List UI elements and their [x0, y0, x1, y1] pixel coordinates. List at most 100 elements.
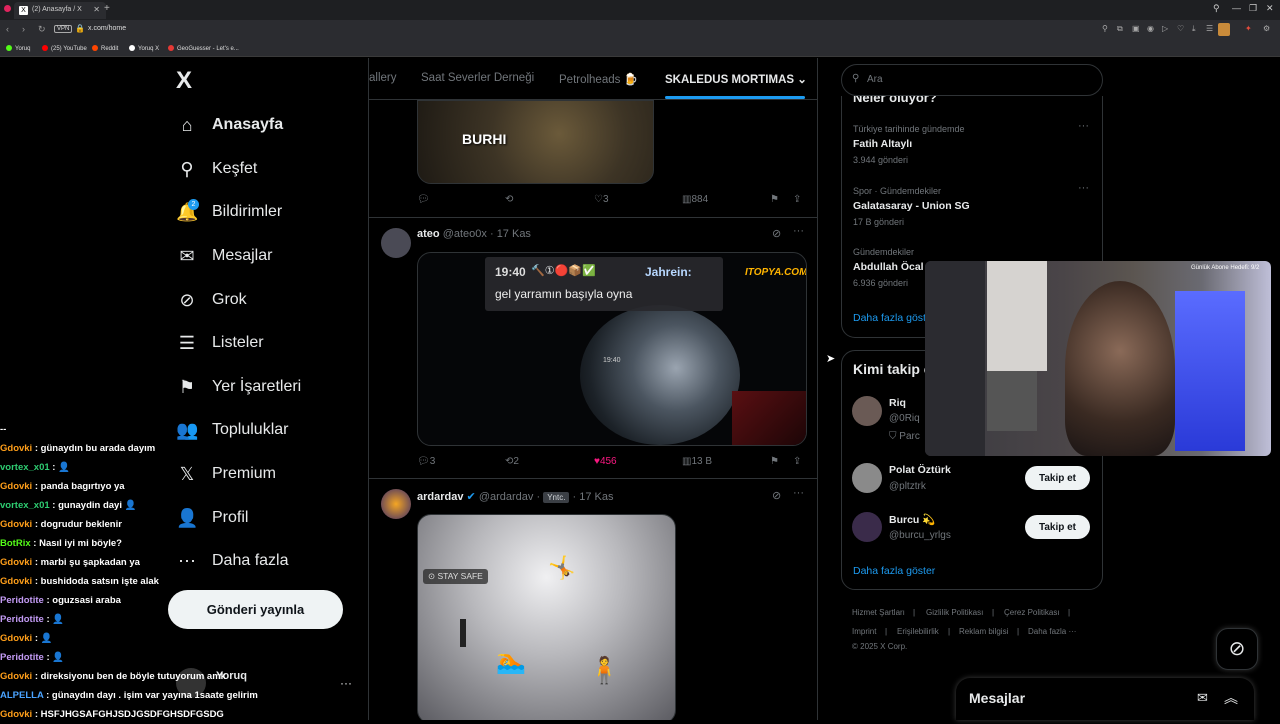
- chat-username[interactable]: --: [0, 424, 6, 435]
- bookmark-yoruq-x[interactable]: Yoruq X: [129, 45, 159, 52]
- grok-explain-icon[interactable]: ⊘: [772, 227, 781, 240]
- close-tab-icon[interactable]: ✕: [93, 5, 100, 14]
- download-icon[interactable]: ⤓: [1192, 24, 1196, 34]
- close-window-icon[interactable]: ✕: [1266, 3, 1274, 14]
- tweet-media-video[interactable]: 19:40 🔨①🔴📦✅ Jahrein: gel yarramın başıyl…: [417, 252, 807, 446]
- list-tab-skaledus[interactable]: SKALEDUS MORTIMAS ⌄: [665, 72, 807, 86]
- player-icon[interactable]: ▷: [1162, 24, 1168, 33]
- messages-drawer[interactable]: Mesajlar ✉ ︽: [956, 678, 1254, 720]
- reload-icon[interactable]: ↻: [38, 24, 46, 35]
- screenshot-icon[interactable]: ⧉: [1117, 24, 1123, 34]
- tweet-time[interactable]: 17 Kas: [579, 491, 613, 503]
- account-menu-icon[interactable]: ···: [340, 676, 352, 690]
- list-tab-petrolheads[interactable]: Petrolheads 🍺: [559, 72, 638, 86]
- nav-lists[interactable]: ☰ Listeler: [176, 328, 264, 358]
- bookmark-geoguesser[interactable]: GeoGuesser - Let's e...: [168, 45, 239, 52]
- footer-link[interactable]: Imprint: [852, 627, 876, 636]
- avatar[interactable]: [852, 396, 882, 426]
- views-button[interactable]: ▥ 884: [682, 194, 708, 205]
- follow-name[interactable]: Riq: [889, 397, 906, 409]
- chat-username[interactable]: BotRix: [0, 538, 31, 549]
- extension-icon[interactable]: ✦: [1245, 24, 1252, 33]
- chat-username[interactable]: vortex_x01: [0, 462, 50, 473]
- reply-button[interactable]: 💬︎ 3: [417, 456, 435, 467]
- record-icon[interactable]: ◉: [1147, 24, 1154, 33]
- nav-home[interactable]: ⌂ Anasayfa: [176, 110, 284, 140]
- settings-icon[interactable]: ⚙: [1263, 24, 1270, 33]
- chat-username[interactable]: Gdovki: [0, 519, 32, 530]
- bookmark-youtube[interactable]: (25) YouTube: [42, 45, 87, 52]
- reply-icon[interactable]: 💬︎: [417, 194, 430, 205]
- grok-explain-icon[interactable]: ⊘: [772, 489, 781, 502]
- follow-name[interactable]: Polat Öztürk: [889, 464, 951, 476]
- search-tabs-icon[interactable]: ⚲: [1213, 3, 1220, 14]
- minimize-icon[interactable]: —: [1232, 3, 1241, 13]
- chat-username[interactable]: Peridotite: [0, 595, 44, 606]
- nav-more[interactable]: ⋯ Daha fazla: [176, 546, 289, 576]
- footer-link[interactable]: Erişilebilirlik: [897, 627, 939, 636]
- nav-profile[interactable]: 👤 Profil: [176, 503, 248, 533]
- author-name[interactable]: ateo: [417, 228, 440, 240]
- sidebar-icon[interactable]: ▣: [1132, 24, 1140, 33]
- avatar[interactable]: [852, 512, 882, 542]
- more-options-icon[interactable]: ···: [1078, 120, 1089, 132]
- url-field[interactable]: x.com/home: [88, 25, 126, 32]
- list-tab-saat[interactable]: Saat Severler Derneği: [421, 72, 534, 84]
- tweet-media-meme[interactable]: BURHI: [417, 100, 654, 184]
- bookmark-yoruq[interactable]: Yoruq: [6, 45, 30, 52]
- x-logo-icon[interactable]: X: [176, 67, 192, 95]
- chat-username[interactable]: Peridotite: [0, 614, 44, 625]
- expand-icon[interactable]: ︽: [1224, 688, 1238, 708]
- share-icon[interactable]: ⇪: [793, 194, 801, 205]
- nav-premium[interactable]: 𝕏 Premium: [176, 459, 276, 489]
- heart-icon[interactable]: ♡: [1177, 24, 1184, 33]
- chat-username[interactable]: ALPELLA: [0, 690, 43, 701]
- back-icon[interactable]: ‹: [6, 24, 9, 34]
- search-input[interactable]: ⚲ Ara: [841, 64, 1103, 96]
- chat-username[interactable]: Gdovki: [0, 576, 32, 587]
- maximize-icon[interactable]: ❐: [1249, 3, 1257, 14]
- more-options-icon[interactable]: ···: [793, 225, 804, 237]
- tweet-time[interactable]: 17 Kas: [497, 228, 531, 240]
- list-tab-gallery[interactable]: allery: [369, 72, 396, 84]
- repost-button[interactable]: ⟲ 2: [505, 456, 519, 467]
- menu-icon[interactable]: ☰: [1206, 24, 1213, 33]
- views-button[interactable]: ▥ 13 B: [682, 456, 712, 467]
- bookmark-reddit[interactable]: Reddit: [92, 45, 118, 52]
- footer-link[interactable]: Çerez Politikası: [1004, 608, 1060, 617]
- repost-icon[interactable]: ⟲: [505, 194, 513, 205]
- follow-button[interactable]: Takip et: [1025, 466, 1090, 490]
- nav-messages[interactable]: ✉ Mesajlar: [176, 241, 272, 271]
- chat-username[interactable]: Gdovki: [0, 557, 32, 568]
- author-handle[interactable]: @ardardav: [479, 491, 534, 503]
- avatar[interactable]: [852, 463, 882, 493]
- footer-link[interactable]: Reklam bilgisi: [959, 627, 1008, 636]
- author-handle[interactable]: @ateo0x: [443, 228, 487, 240]
- profile-avatar[interactable]: [1218, 23, 1230, 36]
- bookmark-icon[interactable]: ⚑: [770, 194, 779, 205]
- follow-show-more[interactable]: Daha fazla göster: [853, 565, 935, 577]
- follow-button[interactable]: Takip et: [1025, 515, 1090, 539]
- more-options-icon[interactable]: ···: [793, 487, 804, 499]
- post-button[interactable]: Gönderi yayınla: [168, 590, 343, 629]
- avatar[interactable]: [381, 489, 411, 519]
- chat-username[interactable]: Gdovki: [0, 443, 32, 454]
- chat-username[interactable]: Gdovki: [0, 671, 32, 682]
- new-tab-icon[interactable]: +: [104, 3, 110, 14]
- chat-username[interactable]: Peridotite: [0, 652, 44, 663]
- nav-bookmarks[interactable]: ⚑ Yer İşaretleri: [176, 372, 301, 402]
- affiliate-tag[interactable]: Yntc.: [543, 492, 570, 503]
- nav-explore[interactable]: ⚲ Keşfet: [176, 154, 257, 184]
- footer-link[interactable]: Gizlilik Politikası: [926, 608, 983, 617]
- chat-username[interactable]: Gdovki: [0, 481, 32, 492]
- chat-username[interactable]: Gdovki: [0, 633, 32, 644]
- nav-grok[interactable]: ⊘ Grok: [176, 285, 246, 315]
- chat-username[interactable]: vortex_x01: [0, 500, 50, 511]
- like-button[interactable]: ♥ 456: [594, 456, 617, 467]
- forward-icon[interactable]: ›: [22, 24, 25, 34]
- share-icon[interactable]: ⇪: [793, 456, 801, 467]
- footer-more-link[interactable]: Daha fazla ···: [1028, 627, 1076, 636]
- trends-show-more[interactable]: Daha fazla göster: [853, 312, 935, 324]
- author-name[interactable]: ardardav: [417, 491, 463, 503]
- like-button[interactable]: ♡ 3: [594, 194, 609, 205]
